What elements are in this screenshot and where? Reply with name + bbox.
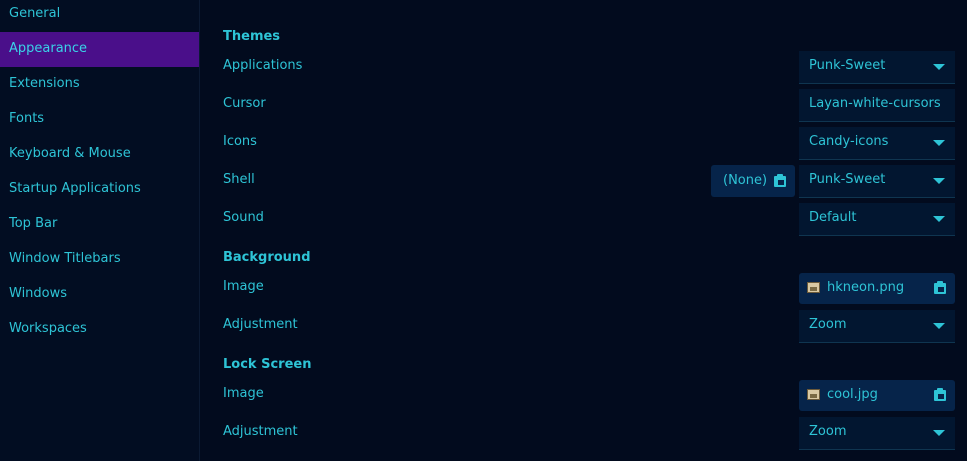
sidebar-item-fonts[interactable]: Fonts [0,102,199,137]
sidebar-item-workspaces[interactable]: Workspaces [0,312,199,347]
applications-label: Applications [223,58,303,73]
chevron-down-icon [933,178,945,184]
chevron-down-icon [933,140,945,146]
chevron-down-icon [933,64,945,70]
lock-screen-image-filename: cool.jpg [827,387,878,402]
sound-label: Sound [223,210,264,225]
lock-screen-image-label: Image [223,386,264,401]
sound-theme-dropdown[interactable]: Default [799,203,955,236]
applications-theme-dropdown[interactable]: Punk-Sweet [799,51,955,84]
sidebar-item-startup-applications[interactable]: Startup Applications [0,172,199,207]
background-image-file-button[interactable]: hkneon.png [799,273,955,304]
icons-label: Icons [223,134,257,149]
appearance-panel: Themes Applications Punk-Sweet Cursor La… [200,0,967,461]
sidebar-item-appearance[interactable]: Appearance [0,32,199,67]
sidebar: General Appearance Extensions Fonts Keyb… [0,0,200,461]
shell-theme-dropdown[interactable]: Punk-Sweet [799,165,955,198]
sidebar-item-general[interactable]: General [0,0,199,32]
sidebar-item-extensions[interactable]: Extensions [0,67,199,102]
background-adjustment-value: Zoom [809,317,847,332]
sound-theme-value: Default [809,210,857,225]
lock-screen-adjustment-value: Zoom [809,424,847,439]
lock-screen-image-file-button[interactable]: cool.jpg [799,380,955,411]
chevron-down-icon [933,323,945,329]
background-image-label: Image [223,279,264,294]
clipboard-icon [774,174,786,187]
sidebar-item-keyboard-mouse[interactable]: Keyboard & Mouse [0,137,199,172]
image-thumbnail-icon [807,389,820,400]
shell-label: Shell [223,172,255,187]
sidebar-item-window-titlebars[interactable]: Window Titlebars [0,242,199,277]
clipboard-icon [934,388,946,401]
icons-theme-dropdown[interactable]: Candy-icons [799,127,955,160]
shell-theme-value: Punk-Sweet [809,172,886,187]
applications-theme-value: Punk-Sweet [809,58,886,73]
cursor-theme-value: Layan-white-cursors [809,96,941,111]
background-image-filename: hkneon.png [827,280,905,295]
shell-theme-file-button[interactable]: (None) [711,165,795,197]
image-thumbnail-icon [807,282,820,293]
background-section-title: Background [223,250,311,265]
lock-screen-section-title: Lock Screen [223,357,312,372]
lock-screen-adjustment-dropdown[interactable]: Zoom [799,417,955,450]
icons-theme-value: Candy-icons [809,134,889,149]
chevron-down-icon [933,430,945,436]
background-adjustment-label: Adjustment [223,317,298,332]
sidebar-item-windows[interactable]: Windows [0,277,199,312]
cursor-theme-dropdown[interactable]: Layan-white-cursors [799,89,955,122]
sidebar-item-top-bar[interactable]: Top Bar [0,207,199,242]
shell-file-button-label: (None) [723,173,768,188]
chevron-down-icon [933,216,945,222]
cursor-label: Cursor [223,96,266,111]
themes-section-title: Themes [223,29,281,44]
lock-screen-adjustment-label: Adjustment [223,424,298,439]
clipboard-icon [934,281,946,294]
background-adjustment-dropdown[interactable]: Zoom [799,310,955,343]
